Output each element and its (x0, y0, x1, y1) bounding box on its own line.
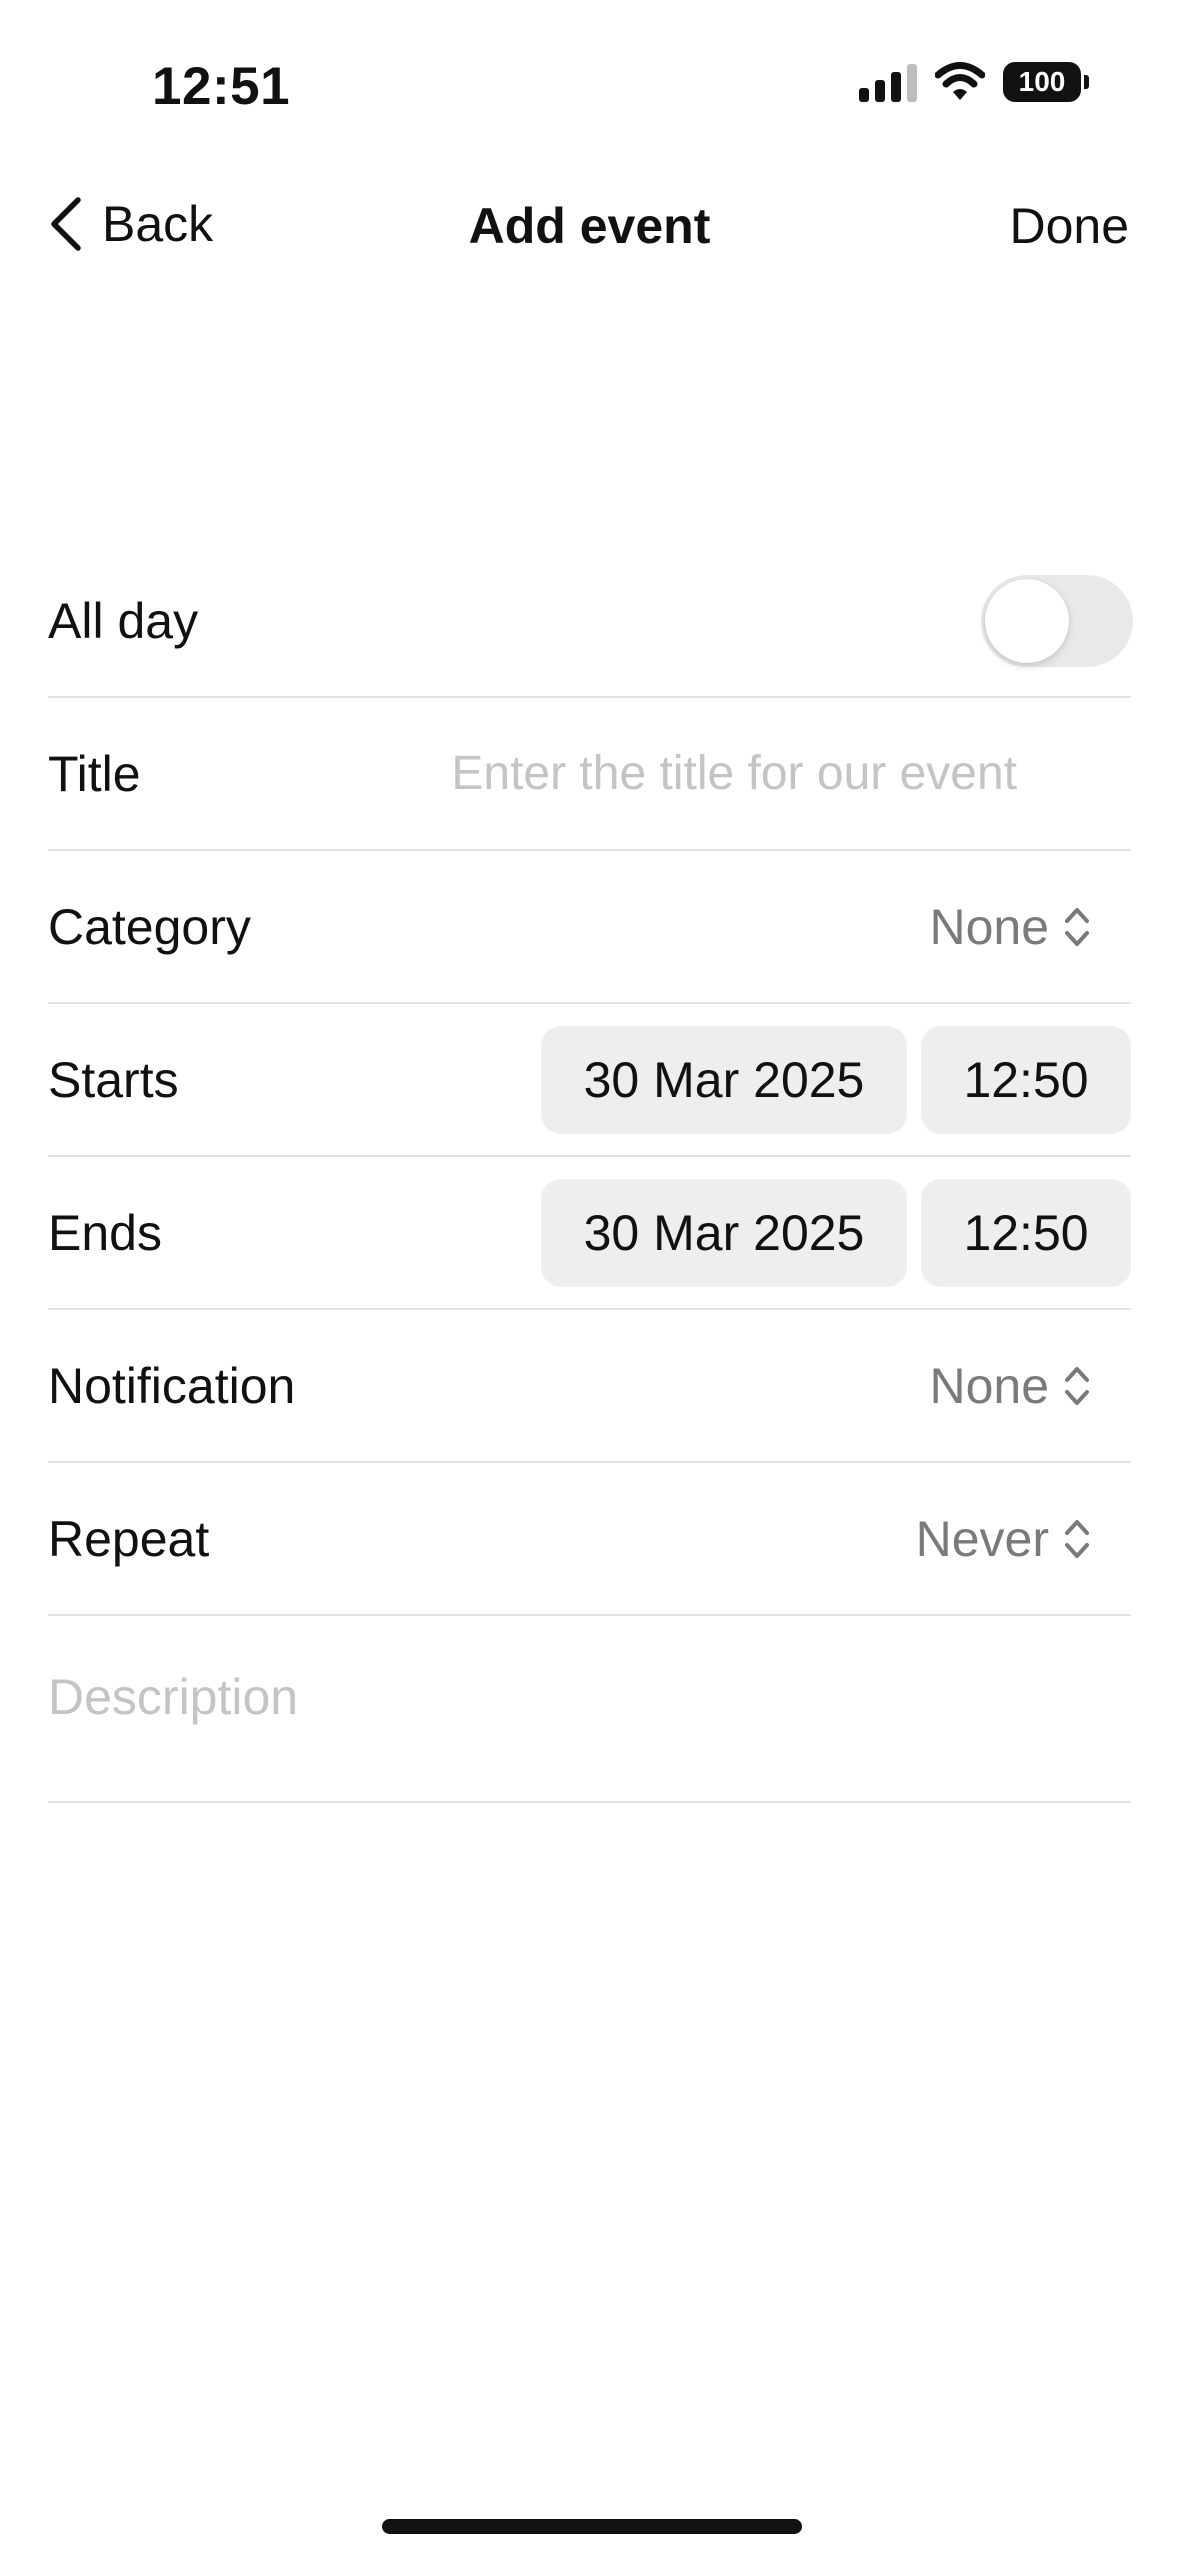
home-indicator[interactable] (382, 2519, 802, 2534)
repeat-label: Repeat (48, 1510, 210, 1567)
all-day-row: All day (48, 545, 1133, 698)
title-input[interactable] (277, 746, 1017, 801)
chevron-up-down-icon (1065, 907, 1089, 946)
ends-label: Ends (48, 1204, 162, 1261)
repeat-picker[interactable]: Never (916, 1510, 1091, 1568)
starts-datetime: 30 Mar 2025 12:50 (541, 1025, 1131, 1134)
wifi-icon (935, 62, 985, 100)
ends-date-button[interactable]: 30 Mar 2025 (541, 1178, 907, 1287)
ends-time-button[interactable]: 12:50 (921, 1178, 1131, 1287)
starts-time-button[interactable]: 12:50 (921, 1025, 1131, 1134)
starts-label: Starts (48, 1051, 179, 1108)
status-icons: 100 (859, 62, 1089, 102)
description-input[interactable] (48, 1668, 1131, 1738)
event-form: All day Title Category None Starts 30 Ma… (48, 545, 1133, 1803)
page-title: Add event (468, 198, 711, 254)
ends-row: Ends 30 Mar 2025 12:50 (48, 1157, 1131, 1310)
starts-row: Starts 30 Mar 2025 12:50 (48, 1004, 1131, 1157)
chevron-up-down-icon (1065, 1519, 1089, 1558)
description-row (48, 1616, 1131, 1803)
ends-datetime: 30 Mar 2025 12:50 (541, 1178, 1131, 1287)
battery-level: 100 (1018, 66, 1066, 97)
category-picker[interactable]: None (929, 898, 1091, 956)
category-label: Category (48, 898, 251, 955)
cellular-signal-icon (859, 62, 917, 102)
chevron-up-down-icon (1065, 1366, 1089, 1405)
category-row: Category None (48, 851, 1131, 1004)
toggle-knob (985, 578, 1069, 663)
done-button[interactable]: Done (1009, 197, 1129, 255)
notification-row: Notification None (48, 1310, 1131, 1463)
status-bar: 12:51 100 (0, 0, 1179, 175)
repeat-value: Never (915, 1510, 1049, 1567)
title-row: Title (48, 698, 1131, 851)
notification-value: None (929, 1357, 1049, 1414)
nav-bar: Back Add event Done (0, 175, 1179, 285)
notification-picker[interactable]: None (929, 1357, 1091, 1415)
status-time: 12:51 (152, 57, 291, 116)
all-day-label: All day (48, 592, 199, 649)
title-label: Title (48, 745, 141, 802)
notification-label: Notification (48, 1357, 296, 1414)
category-value: None (929, 898, 1049, 955)
all-day-toggle[interactable] (981, 574, 1133, 667)
battery-icon: 100 (1003, 62, 1089, 102)
starts-date-button[interactable]: 30 Mar 2025 (541, 1025, 907, 1134)
repeat-row: Repeat Never (48, 1463, 1131, 1616)
